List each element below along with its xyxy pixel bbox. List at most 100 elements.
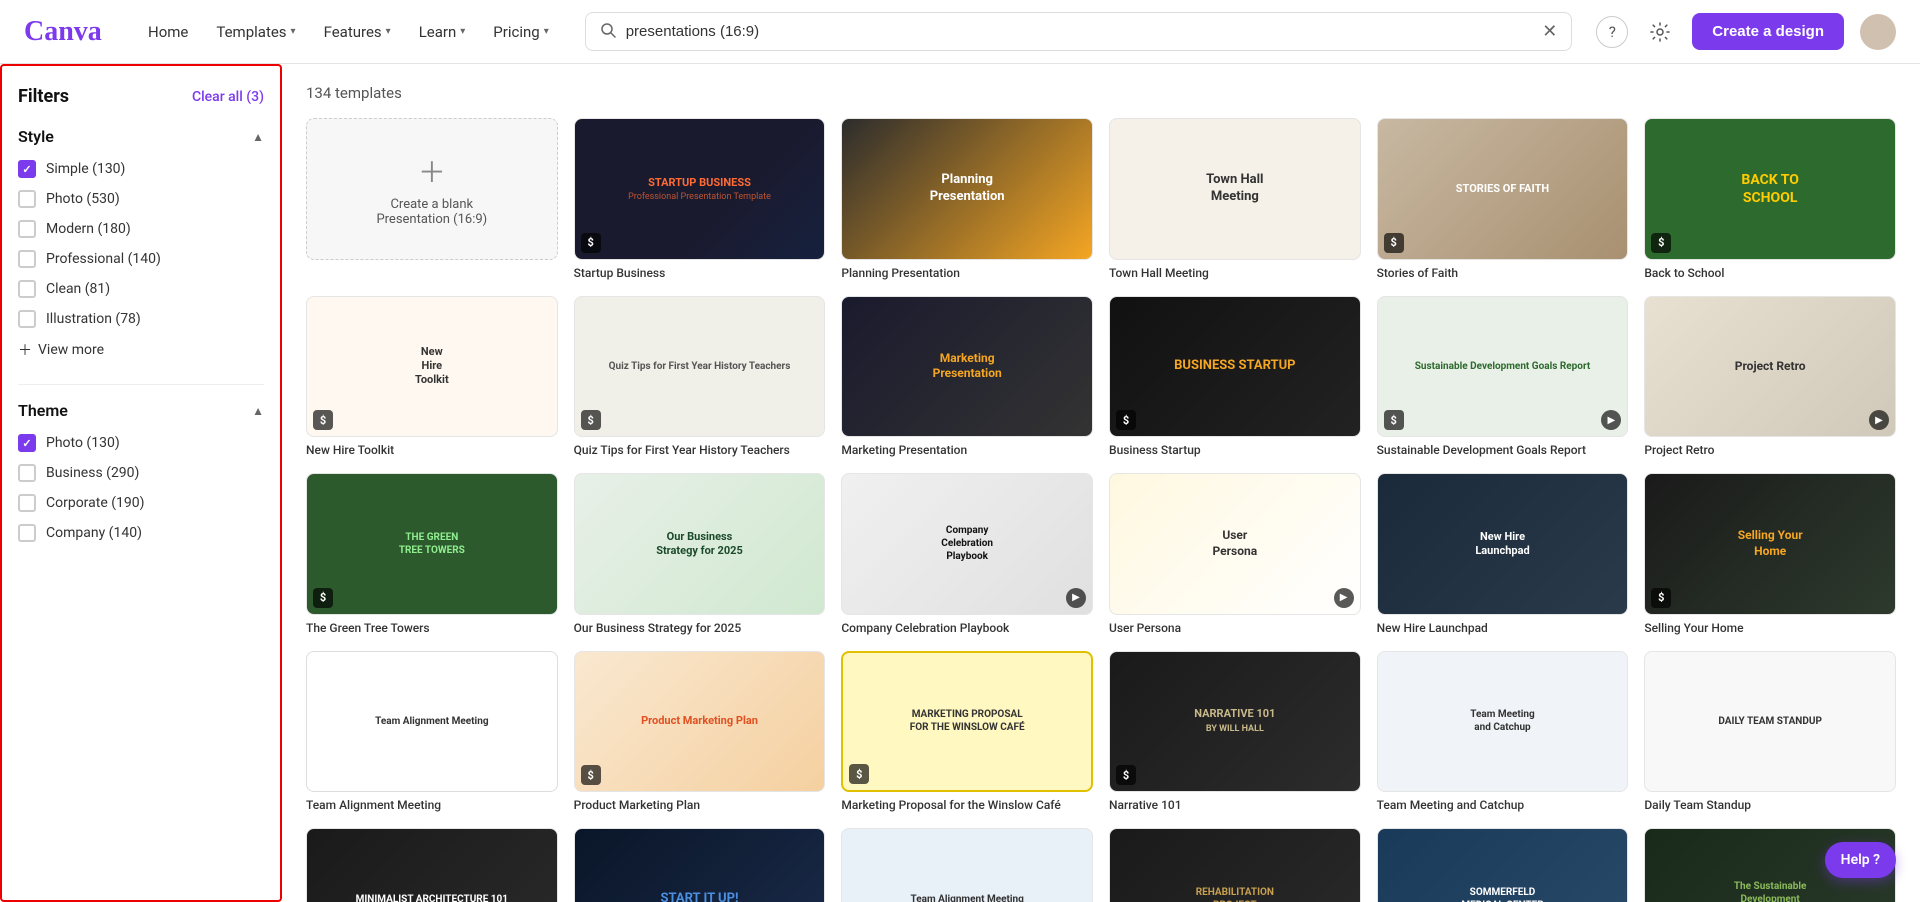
template-narrative[interactable]: NARRATIVE 101BY WILL HALL $ Narrative 10…	[1109, 651, 1361, 813]
template-teamalign[interactable]: Team Alignment Meeting Team Alignment Me…	[306, 651, 558, 813]
style-professional[interactable]: Professional (140)	[18, 250, 264, 268]
help-widget[interactable]: Help ?	[1825, 842, 1896, 878]
style-clean-checkbox[interactable]	[18, 280, 36, 298]
template-minimalist[interactable]: MINIMALIST ARCHITECTURE 101 $ Minimalist…	[306, 828, 558, 902]
template-userpersona[interactable]: UserPersona ▶ User Persona	[1109, 473, 1361, 635]
style-illustration[interactable]: Illustration (78)	[18, 310, 264, 328]
search-icon[interactable]	[600, 22, 616, 42]
template-narrative-thumb[interactable]: NARRATIVE 101BY WILL HALL $	[1109, 651, 1361, 793]
style-photo[interactable]: Photo (530)	[18, 190, 264, 208]
template-sommerfeld[interactable]: SOMMERFELDMEDICAL CENTER $ Sommerfeld Me…	[1377, 828, 1629, 902]
settings-button[interactable]	[1644, 16, 1676, 48]
template-faith[interactable]: STORIES OF FAITH $ Stories of Faith	[1377, 118, 1629, 280]
template-busstrategy[interactable]: Our BusinessStrategy for 2025 Our Busine…	[574, 473, 826, 635]
template-teamalign2[interactable]: Team Alignment Meeting Team Alignment Me…	[841, 828, 1093, 902]
template-sommerfeld-thumb[interactable]: SOMMERFELDMEDICAL CENTER $	[1377, 828, 1629, 902]
help-button[interactable]: ?	[1596, 16, 1628, 48]
template-startup[interactable]: STARTUP BUSINESS Professional Presentati…	[574, 118, 826, 280]
template-quiztips-thumb[interactable]: Quiz Tips for First Year History Teacher…	[574, 296, 826, 438]
template-marketingprop-thumb[interactable]: MARKETING PROPOSALFOR THE WINSLOW CAFÉ $	[841, 651, 1093, 793]
template-rehab[interactable]: REHABILITATIONPROJECT $ Rehabilitation P…	[1109, 828, 1361, 902]
template-newhirelaunch-thumb[interactable]: New HireLaunchpad	[1377, 473, 1629, 615]
template-bizstartup[interactable]: BUSINESS STARTUP $ Business Startup	[1109, 296, 1361, 458]
template-rehab-thumb[interactable]: REHABILITATIONPROJECT $	[1109, 828, 1361, 902]
template-teamalign2-thumb[interactable]: Team Alignment Meeting	[841, 828, 1093, 902]
template-dailystandup[interactable]: DAILY TEAM STANDUP Daily Team Standup	[1644, 651, 1896, 813]
template-startup2[interactable]: START IT UP! $ Start It Up!	[574, 828, 826, 902]
template-projectretro-thumb[interactable]: Project Retro ▶	[1644, 296, 1896, 438]
template-company-thumb[interactable]: CompanyCelebrationPlaybook ▶	[841, 473, 1093, 615]
style-illustration-checkbox[interactable]	[18, 310, 36, 328]
template-company[interactable]: CompanyCelebrationPlaybook ▶ Company Cel…	[841, 473, 1093, 635]
template-sellinghome[interactable]: Selling YourHome $ Selling Your Home	[1644, 473, 1896, 635]
theme-corporate-checkbox[interactable]	[18, 494, 36, 512]
search-bar: ✕	[585, 12, 1573, 51]
clear-all-button[interactable]: Clear all (3)	[192, 89, 264, 105]
style-clean[interactable]: Clean (81)	[18, 280, 264, 298]
template-newhire-title: New Hire Toolkit	[306, 443, 558, 457]
template-backtoschool-thumb[interactable]: BACK TOSCHOOL $	[1644, 118, 1896, 260]
template-newhirelaunch[interactable]: New HireLaunchpad New Hire Launchpad	[1377, 473, 1629, 635]
template-teamalign-thumb[interactable]: Team Alignment Meeting	[306, 651, 558, 793]
nav-learn[interactable]: Learn ▾	[407, 15, 478, 49]
clear-search-button[interactable]: ✕	[1542, 21, 1557, 42]
template-userpersona-thumb[interactable]: UserPersona ▶	[1109, 473, 1361, 615]
template-productmkt[interactable]: Product Marketing Plan $ Product Marketi…	[574, 651, 826, 813]
template-quiztips[interactable]: Quiz Tips for First Year History Teacher…	[574, 296, 826, 458]
template-productmkt-thumb[interactable]: Product Marketing Plan $	[574, 651, 826, 793]
avatar[interactable]	[1860, 14, 1896, 50]
template-newhire[interactable]: NewHireToolkit $ New Hire Toolkit	[306, 296, 558, 458]
template-busstrategy-thumb[interactable]: Our BusinessStrategy for 2025	[574, 473, 826, 615]
template-marketingprop[interactable]: MARKETING PROPOSALFOR THE WINSLOW CAFÉ $…	[841, 651, 1093, 813]
theme-company-checkbox[interactable]	[18, 524, 36, 542]
template-projectretro[interactable]: Project Retro ▶ Project Retro	[1644, 296, 1896, 458]
template-sellinghome-thumb[interactable]: Selling YourHome $	[1644, 473, 1896, 615]
template-startup2-thumb[interactable]: START IT UP! $	[574, 828, 826, 902]
style-section-header[interactable]: Style ▲	[18, 127, 264, 146]
template-sustdev[interactable]: Sustainable Development Goals Report $ ▶…	[1377, 296, 1629, 458]
theme-photo-checkbox[interactable]	[18, 434, 36, 452]
template-greentowers[interactable]: THE GREENTREE TOWERS $ The Green Tree To…	[306, 473, 558, 635]
style-simple[interactable]: Simple (130)	[18, 160, 264, 178]
template-townhall-thumb[interactable]: Town HallMeeting	[1109, 118, 1361, 260]
template-newhire-thumb[interactable]: NewHireToolkit $	[306, 296, 558, 438]
nav-home[interactable]: Home	[136, 15, 200, 49]
template-minimalist-thumb[interactable]: MINIMALIST ARCHITECTURE 101 $	[306, 828, 558, 902]
theme-photo[interactable]: Photo (130)	[18, 434, 264, 452]
search-input[interactable]	[626, 23, 1532, 40]
nav-pricing[interactable]: Pricing ▾	[481, 15, 560, 49]
template-bizstartup-thumb[interactable]: BUSINESS STARTUP $	[1109, 296, 1361, 438]
template-townhall[interactable]: Town HallMeeting Town Hall Meeting	[1109, 118, 1361, 280]
create-design-button[interactable]: Create a design	[1692, 13, 1844, 50]
theme-corporate[interactable]: Corporate (190)	[18, 494, 264, 512]
style-simple-checkbox[interactable]	[18, 160, 36, 178]
style-view-more[interactable]: ＋ View more	[18, 340, 264, 360]
nav-features[interactable]: Features ▾	[312, 15, 403, 49]
sidebar-header: Filters Clear all (3)	[18, 86, 264, 107]
template-teammeeting[interactable]: Team Meetingand Catchup Team Meeting and…	[1377, 651, 1629, 813]
template-startup-thumb[interactable]: STARTUP BUSINESS Professional Presentati…	[574, 118, 826, 260]
play-badge: ▶	[1066, 588, 1086, 608]
template-marketing-thumb[interactable]: MarketingPresentation	[841, 296, 1093, 438]
template-faith-thumb[interactable]: STORIES OF FAITH $	[1377, 118, 1629, 260]
style-professional-checkbox[interactable]	[18, 250, 36, 268]
template-planning-thumb[interactable]: PlanningPresentation	[841, 118, 1093, 260]
create-blank-thumb[interactable]: ＋ Create a blank Presentation (16:9)	[306, 118, 558, 260]
template-marketing[interactable]: MarketingPresentation Marketing Presenta…	[841, 296, 1093, 458]
template-dailystandup-thumb[interactable]: DAILY TEAM STANDUP	[1644, 651, 1896, 793]
style-photo-checkbox[interactable]	[18, 190, 36, 208]
theme-company[interactable]: Company (140)	[18, 524, 264, 542]
style-modern-checkbox[interactable]	[18, 220, 36, 238]
create-blank-card[interactable]: ＋ Create a blank Presentation (16:9)	[306, 118, 558, 280]
template-greentowers-thumb[interactable]: THE GREENTREE TOWERS $	[306, 473, 558, 615]
theme-business[interactable]: Business (290)	[18, 464, 264, 482]
logo[interactable]: Canva	[24, 14, 104, 50]
template-backtoschool[interactable]: BACK TOSCHOOL $ Back to School	[1644, 118, 1896, 280]
style-modern[interactable]: Modern (180)	[18, 220, 264, 238]
nav-templates[interactable]: Templates ▾	[204, 15, 307, 49]
template-teammeeting-thumb[interactable]: Team Meetingand Catchup	[1377, 651, 1629, 793]
theme-business-checkbox[interactable]	[18, 464, 36, 482]
theme-section-header[interactable]: Theme ▲	[18, 401, 264, 420]
template-planning[interactable]: PlanningPresentation Planning Presentati…	[841, 118, 1093, 280]
template-sustdev-thumb[interactable]: Sustainable Development Goals Report $ ▶	[1377, 296, 1629, 438]
